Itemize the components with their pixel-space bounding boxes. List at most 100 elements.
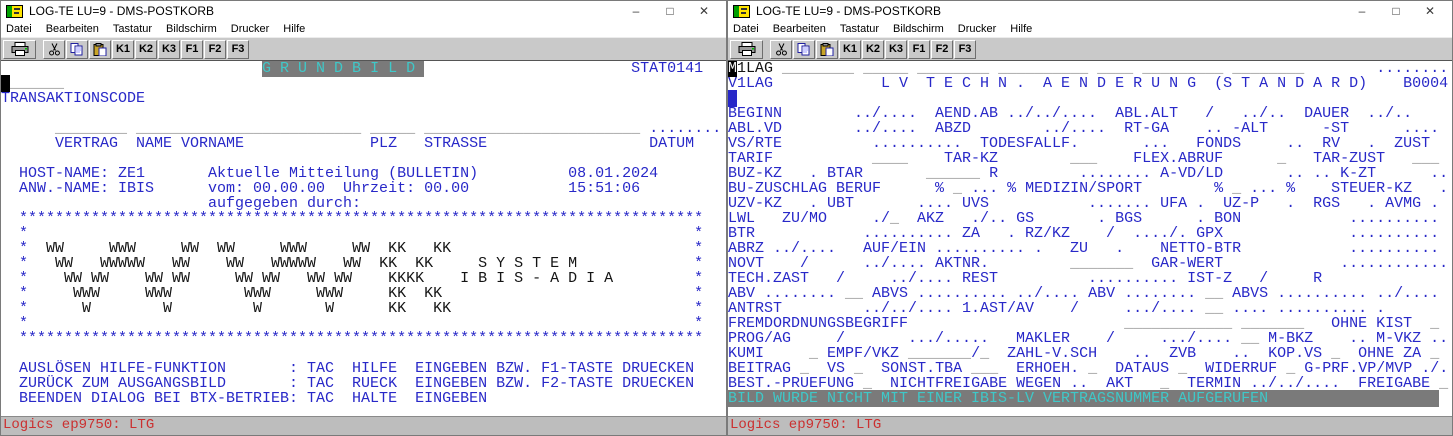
window-title: LOG-TE LU=9 - DMS-POSTKORB: [29, 4, 619, 18]
print-button[interactable]: [3, 40, 36, 59]
paste-icon: [93, 43, 107, 56]
printer-icon: [738, 42, 756, 56]
terminal-line: * W W W W KK KK *: [1, 301, 726, 316]
terminal-line: ANTRST ../../.... 1.AST/AV / .../.... __…: [728, 301, 1452, 316]
terminal-line: [1, 406, 726, 416]
key-button-k3[interactable]: K3: [885, 40, 907, 59]
terminal-line: ****************************************…: [1, 331, 726, 346]
paste-button[interactable]: [816, 40, 838, 59]
menu-bildschirm[interactable]: Bildschirm: [893, 23, 944, 35]
title-bar[interactable]: LOG-TE LU=9 - DMS-POSTKORB – □ ✕: [728, 1, 1452, 21]
terminal-line: [1, 151, 726, 166]
terminal-line: UZV-KZ . UBT .... UVS ....... UFA . UZ-P…: [728, 196, 1452, 211]
print-button[interactable]: [730, 40, 763, 59]
terminal-line: ****************************************…: [1, 211, 726, 226]
cut-button[interactable]: [43, 40, 65, 59]
terminal-line: * WW WW WW WW WW WW WW WW KKKK I B I S -…: [1, 271, 726, 286]
terminal-line: ______: [1, 76, 726, 91]
terminal-line: BILD WURDE NICHT MIT EINER IBIS-LV VERTR…: [728, 391, 1452, 406]
terminal-line: NOVT / ../.... AKTNR. _______ GAR-WERT .…: [728, 256, 1452, 271]
terminal-window-right: LOG-TE LU=9 - DMS-POSTKORB – □ ✕ Datei Be…: [727, 0, 1453, 436]
menu-drucker[interactable]: Drucker: [231, 23, 270, 35]
close-button[interactable]: ✕: [1413, 2, 1447, 20]
menu-tastatur[interactable]: Tastatur: [840, 23, 879, 35]
terminal-line: TRANSAKTIONSCODE: [1, 91, 726, 106]
terminal-line: FREMDORDNUNGSBEGRIFF ____________ ______…: [728, 316, 1452, 331]
terminal-line: [1, 106, 726, 121]
menu-tastatur[interactable]: Tastatur: [113, 23, 152, 35]
status-text: Logics ep9750: LTG: [730, 417, 881, 433]
terminal-line: VS/RTE .......... TODESFALLF. ... FONDS …: [728, 136, 1452, 151]
terminal-line: G R U N D B I L D STAT0141: [1, 61, 726, 76]
terminal-line: M1LAG ________ _____ ________ __________…: [728, 61, 1452, 76]
minimize-button[interactable]: –: [619, 2, 653, 20]
terminal-line: ________ _________________________ _____…: [1, 121, 726, 136]
terminal-line: aufgegeben durch:: [1, 196, 726, 211]
minimize-button[interactable]: –: [1345, 2, 1379, 20]
toolbar: K1K2K3F1F2F3: [728, 37, 1452, 60]
key-button-k3[interactable]: K3: [158, 40, 180, 59]
menu-bildschirm[interactable]: Bildschirm: [166, 23, 217, 35]
key-button-f1[interactable]: F1: [908, 40, 930, 59]
menu-datei[interactable]: Datei: [733, 23, 759, 35]
terminal-line: BTR .......... ZA . RZ/KZ / ..../. GPX .…: [728, 226, 1452, 241]
key-button-f3[interactable]: F3: [227, 40, 249, 59]
terminal-line: ANW.-NAME: IBIS vom: 00.00.00 Uhrzeit: 0…: [1, 181, 726, 196]
cut-button[interactable]: [770, 40, 792, 59]
terminal-screen[interactable]: G R U N D B I L D STAT0141 ______TRANSAK…: [1, 60, 726, 416]
terminal-line: BU-ZUSCHLAG BERUF % _ ... % MEDIZIN/SPOR…: [728, 181, 1452, 196]
menu-hilfe[interactable]: Hilfe: [283, 23, 305, 35]
terminal-line: * WWW WWW WWW WWW KK KK *: [1, 286, 726, 301]
close-button[interactable]: ✕: [687, 2, 721, 20]
cut-icon: [775, 43, 788, 56]
menu-bearbeiten[interactable]: Bearbeiten: [46, 23, 99, 35]
terminal-line: ABRZ ../.... AUF/EIN .......... . ZU . N…: [728, 241, 1452, 256]
app-icon: [733, 5, 750, 18]
terminal-line: BEITRAG _ VS _ SONST.TBA ___ ERHOEH. _ D…: [728, 361, 1452, 376]
key-button-f2[interactable]: F2: [931, 40, 953, 59]
menu-hilfe[interactable]: Hilfe: [1010, 23, 1032, 35]
key-button-k1[interactable]: K1: [112, 40, 134, 59]
key-button-k1[interactable]: K1: [839, 40, 861, 59]
terminal-line: ZURÜCK ZUM AUSGANGSBILD : TAC RUECK EING…: [1, 376, 726, 391]
key-button-f3[interactable]: F3: [954, 40, 976, 59]
copy-button[interactable]: [66, 40, 88, 59]
desktop: LOG-TE LU=9 - DMS-POSTKORB – □ ✕ Datei Be…: [0, 0, 1453, 436]
terminal-window-left: LOG-TE LU=9 - DMS-POSTKORB – □ ✕ Datei Be…: [0, 0, 727, 436]
title-bar[interactable]: LOG-TE LU=9 - DMS-POSTKORB – □ ✕: [1, 1, 726, 21]
terminal-line: HOST-NAME: ZE1 Aktuelle Mitteilung (BULL…: [1, 166, 726, 181]
status-text: Logics ep9750: LTG: [3, 417, 154, 433]
terminal-line: TECH.ZAST / ../.... REST .......... IST-…: [728, 271, 1452, 286]
terminal-line: V1LAG L V T E C H N . A E N D E R U N G …: [728, 76, 1452, 91]
app-icon: [6, 5, 23, 18]
status-bar: Logics ep9750: LTG: [728, 416, 1452, 435]
terminal-line: * WW WWWWW WW WW WWWWW WW KK KK S Y S T …: [1, 256, 726, 271]
toolbar: K1K2K3F1F2F3: [1, 37, 726, 60]
key-button-k2[interactable]: K2: [862, 40, 884, 59]
menu-bar: Datei Bearbeiten Tastatur Bildschirm Drucker…: [728, 21, 1452, 37]
terminal-line: AUSLÖSEN HILFE-FUNKTION : TAC HILFE EING…: [1, 361, 726, 376]
terminal-line: BEGINN ../.... AEND.AB ../../.... ABL.AL…: [728, 106, 1452, 121]
copy-button[interactable]: [793, 40, 815, 59]
copy-icon: [70, 43, 84, 56]
menu-drucker[interactable]: Drucker: [958, 23, 997, 35]
menu-bearbeiten[interactable]: Bearbeiten: [773, 23, 826, 35]
terminal-line: LWL ZU/MO ./_ AKZ ./.. GS . BGS . BON ..…: [728, 211, 1452, 226]
terminal-line: BUZ-KZ . BTAR ______ R ........ A-VD/LD …: [728, 166, 1452, 181]
menu-datei[interactable]: Datei: [6, 23, 32, 35]
terminal-line: [728, 91, 1452, 106]
maximize-button[interactable]: □: [1379, 2, 1413, 20]
terminal-line: [1, 346, 726, 361]
terminal-line: BEENDEN DIALOG BEI BTX-BETRIEB: TAC HALT…: [1, 391, 726, 406]
paste-icon: [820, 43, 834, 56]
cut-icon: [48, 43, 61, 56]
key-button-f1[interactable]: F1: [181, 40, 203, 59]
terminal-line: [728, 406, 1452, 416]
maximize-button[interactable]: □: [653, 2, 687, 20]
paste-button[interactable]: [89, 40, 111, 59]
terminal-line: PROG/AG / .../..... MAKLER / .../.... __…: [728, 331, 1452, 346]
terminal-line: * *: [1, 316, 726, 331]
key-button-k2[interactable]: K2: [135, 40, 157, 59]
terminal-screen[interactable]: M1LAG ________ _____ ________ __________…: [728, 60, 1452, 416]
key-button-f2[interactable]: F2: [204, 40, 226, 59]
